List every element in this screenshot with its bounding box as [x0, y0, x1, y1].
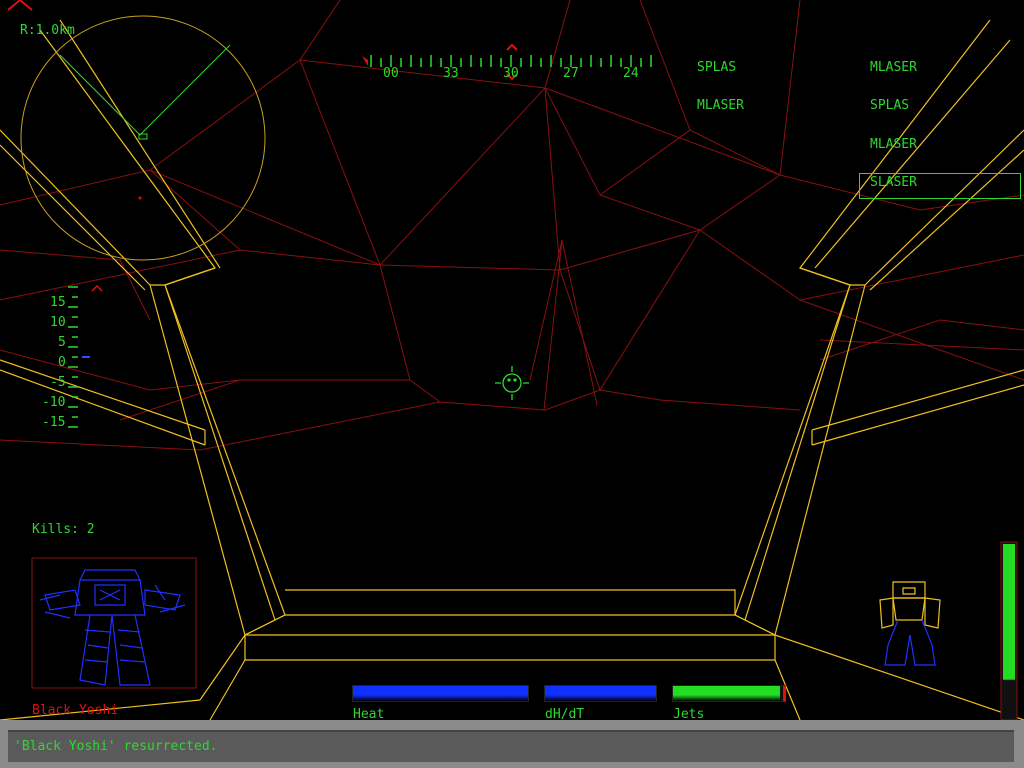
dhdt-gauge-fill [545, 686, 656, 701]
target-mech-icon [39, 569, 186, 686]
radar-enemy-blip [138, 196, 142, 200]
kills-counter: Kills: 2 [32, 522, 95, 537]
pitch-alert-marker [91, 284, 103, 292]
pitch-label: 5 [58, 335, 66, 350]
pitch-label: 15 [50, 295, 66, 310]
weapon-left-1[interactable]: SPLAS [697, 60, 736, 75]
radar-ring [20, 15, 266, 261]
compass-heading-marker-top [506, 43, 518, 51]
compass-label: 33 [443, 66, 459, 81]
message-console-inner: 'Black Yoshi' resurrected. [8, 730, 1014, 762]
weapon-right-1[interactable]: MLASER [870, 60, 917, 75]
jets-gauge [672, 685, 786, 702]
weapon-right-2[interactable]: SPLAS [870, 98, 909, 113]
pitch-label: -10 [42, 395, 66, 410]
radar-alert-icon [7, 0, 33, 11]
jets-gauge-fill [673, 686, 780, 701]
compass-label: 00 [383, 66, 399, 81]
weapon-left-2[interactable]: MLASER [697, 98, 744, 113]
radar-range-label: R:1.0km [20, 23, 75, 38]
pitch-label: -15 [42, 415, 66, 430]
throttle-fill [1003, 544, 1015, 680]
message-console: 'Black Yoshi' resurrected. [0, 720, 1024, 768]
crosshair-icon [495, 366, 529, 400]
weapon-right-4-label: SLASER [870, 175, 917, 190]
target-name: Black Yoshi [32, 703, 119, 718]
own-mech-status-icon [879, 581, 941, 666]
compass-label: 30 [503, 66, 519, 81]
pitch-label: 0 [58, 355, 66, 370]
console-message: 'Black Yoshi' resurrected. [14, 739, 218, 754]
compass-label: 27 [563, 66, 579, 81]
pitch-label: 10 [50, 315, 66, 330]
weapon-right-3[interactable]: MLASER [870, 137, 917, 152]
dhdt-gauge [544, 685, 657, 702]
heat-gauge-fill [353, 686, 528, 701]
weapon-right-4-selected[interactable]: SLASER [859, 173, 1021, 199]
pitch-ladder [68, 286, 78, 428]
throttle-gauge [1000, 541, 1018, 721]
target-display-frame [31, 557, 197, 689]
pitch-label: -5 [50, 375, 66, 390]
heat-gauge [352, 685, 529, 702]
cockpit-view [0, 0, 1024, 721]
terrain-spike [529, 239, 598, 411]
compass-label: 24 [623, 66, 639, 81]
compass-left-marker [362, 56, 368, 66]
